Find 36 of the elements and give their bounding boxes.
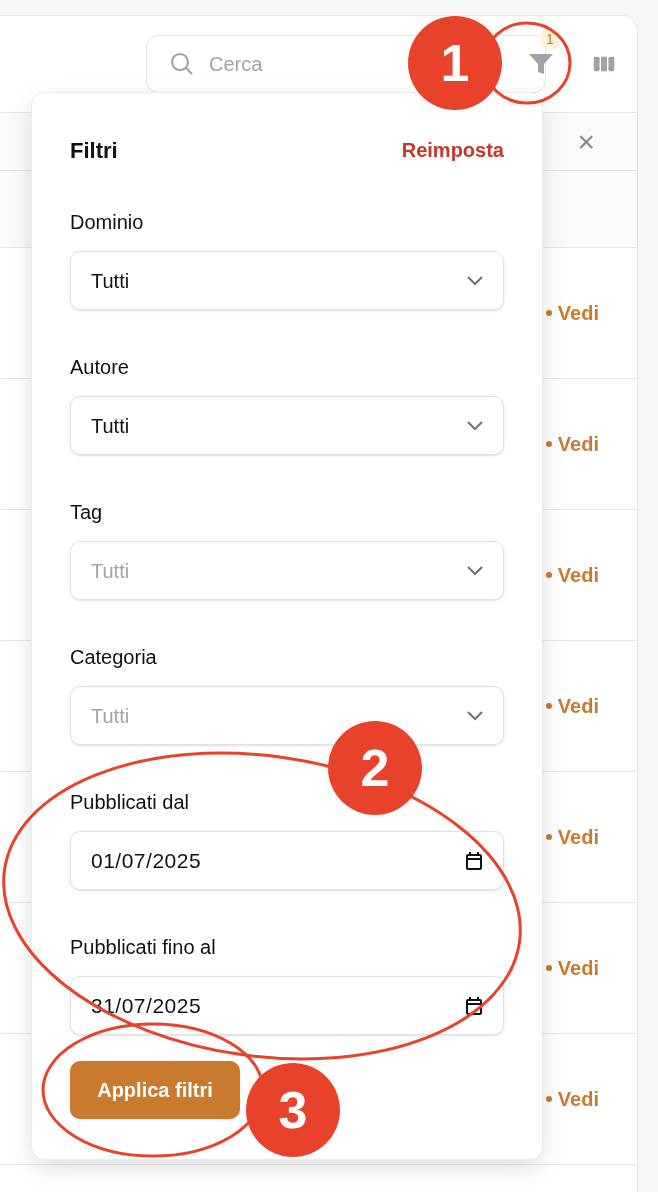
chevron-down-icon [467,420,483,431]
chevron-down-icon [467,565,483,576]
select-value: Tutti [91,268,130,294]
chevron-down-icon [467,275,483,286]
close-button[interactable]: × [577,126,595,157]
field-label: Pubblicati fino al [70,935,216,960]
view-link[interactable]: Vedi [557,691,599,721]
view-link[interactable]: Vedi [557,953,599,983]
view-link[interactable]: Vedi [557,822,599,852]
chevron-down-icon [467,710,483,721]
calendar-icon [465,850,483,871]
view-link[interactable]: Vedi [557,1084,599,1114]
view-link[interactable]: Vedi [557,298,599,328]
placeholder-text: Tutti [91,558,130,584]
field-label: Autore [70,355,129,380]
panel-title: Filtri [70,136,118,165]
apply-button[interactable]: Applica filtri [70,1061,240,1119]
date-field[interactable]: 01/07/2025 [70,831,504,890]
select-field[interactable]: Tutti [70,541,504,600]
view-link[interactable]: Vedi [557,429,599,459]
funnel-icon [528,52,554,76]
placeholder-text: Tutti [91,703,130,729]
placeholder-text: Cerca [209,52,263,77]
calendar-icon [465,995,483,1016]
reset-link[interactable]: Reimposta [401,135,504,165]
select-field[interactable]: Tutti [70,251,504,310]
select-value: Tutti [91,413,130,439]
filter-button[interactable] [527,51,555,77]
select-field[interactable]: Tutti [70,396,504,455]
date-value: 01/07/2025 [91,847,202,874]
field-label: Tag [70,500,103,525]
field-label: Pubblicati dal [70,790,189,815]
field-label: Categoria [70,645,157,670]
search-icon [169,51,195,77]
field-label: Dominio [70,210,144,235]
view-link[interactable]: Vedi [557,560,599,590]
